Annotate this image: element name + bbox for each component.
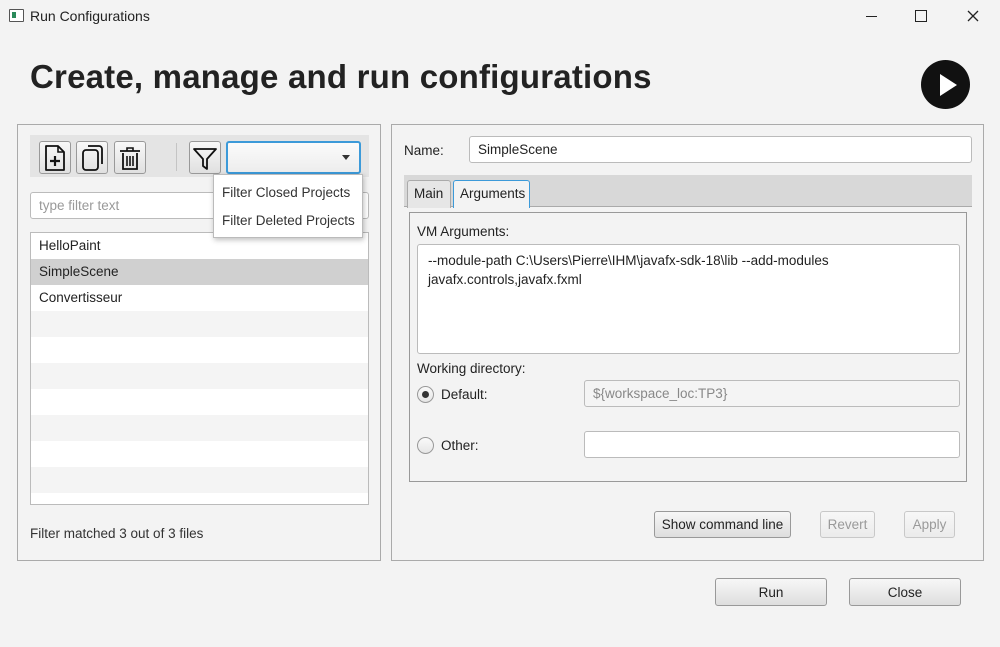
- filter-button[interactable]: [189, 141, 221, 174]
- filter-dropdown-menu: Filter Closed Projects Filter Deleted Pr…: [213, 174, 363, 238]
- menu-item-filter-closed[interactable]: Filter Closed Projects: [214, 179, 362, 207]
- close-window-icon[interactable]: [950, 0, 996, 32]
- default-radio-option[interactable]: Default:: [417, 386, 488, 403]
- close-button[interactable]: Close: [849, 578, 961, 606]
- list-item-empty: [31, 441, 368, 467]
- toolbar-separator: [176, 143, 177, 171]
- delete-icon: [120, 146, 140, 170]
- app-icon: [9, 9, 24, 22]
- config-toolbar: [30, 135, 369, 177]
- show-command-line-button[interactable]: Show command line: [654, 511, 791, 538]
- chevron-down-icon: [342, 155, 350, 160]
- filter-options-combo[interactable]: [226, 141, 361, 174]
- duplicate-config-button[interactable]: [76, 141, 108, 174]
- page-title: Create, manage and run configurations: [30, 58, 652, 95]
- new-config-icon: [45, 144, 65, 171]
- list-item-convertisseur[interactable]: Convertisseur: [31, 285, 368, 311]
- duplicate-icon: [82, 144, 103, 171]
- tab-arguments[interactable]: Arguments: [453, 180, 530, 208]
- list-item-simplescene[interactable]: SimpleScene: [31, 259, 368, 285]
- other-radio-option[interactable]: Other:: [417, 437, 479, 454]
- list-item-empty: [31, 363, 368, 389]
- tab-main[interactable]: Main: [407, 180, 451, 208]
- config-list: HelloPaint SimpleScene Convertisseur: [30, 232, 369, 505]
- default-radio-label: Default:: [441, 387, 488, 402]
- name-label: Name:: [404, 143, 444, 158]
- name-field[interactable]: [469, 136, 972, 163]
- vm-arguments-line: --module-path C:\Users\Pierre\IHM\javafx…: [428, 253, 829, 268]
- tab-bar: Main Arguments: [404, 175, 972, 208]
- filter-status: Filter matched 3 out of 3 files: [30, 526, 204, 541]
- run-button[interactable]: Run: [715, 578, 827, 606]
- default-directory-field: [584, 380, 960, 407]
- maximize-icon[interactable]: [898, 0, 944, 32]
- list-item-empty: [31, 389, 368, 415]
- other-radio[interactable]: [417, 437, 434, 454]
- minimize-icon[interactable]: [848, 0, 894, 32]
- list-item-empty: [31, 467, 368, 493]
- vm-arguments-label: VM Arguments:: [417, 224, 510, 239]
- title-bar: Run Configurations: [0, 0, 1000, 32]
- menu-item-filter-deleted[interactable]: Filter Deleted Projects: [214, 207, 362, 235]
- vm-arguments-textarea[interactable]: --module-path C:\Users\Pierre\IHM\javafx…: [417, 244, 960, 354]
- vm-arguments-line: javafx.controls,javafx.fxml: [428, 272, 582, 287]
- new-config-button[interactable]: [39, 141, 71, 174]
- list-item-empty: [31, 493, 368, 504]
- apply-button[interactable]: Apply: [904, 511, 955, 538]
- other-directory-field[interactable]: [584, 431, 960, 458]
- list-item-empty: [31, 337, 368, 363]
- run-play-icon[interactable]: [921, 60, 970, 109]
- working-directory-label: Working directory:: [417, 361, 526, 376]
- list-item-empty: [31, 311, 368, 337]
- config-details-panel: Name: Main Arguments VM Arguments: --mod…: [391, 124, 984, 561]
- filter-icon: [193, 147, 217, 170]
- list-item-empty: [31, 415, 368, 441]
- other-radio-label: Other:: [441, 438, 479, 453]
- arguments-tab-content: VM Arguments: --module-path C:\Users\Pie…: [409, 212, 967, 482]
- delete-config-button[interactable]: [114, 141, 146, 174]
- window-title: Run Configurations: [30, 8, 150, 24]
- default-radio[interactable]: [417, 386, 434, 403]
- revert-button[interactable]: Revert: [820, 511, 875, 538]
